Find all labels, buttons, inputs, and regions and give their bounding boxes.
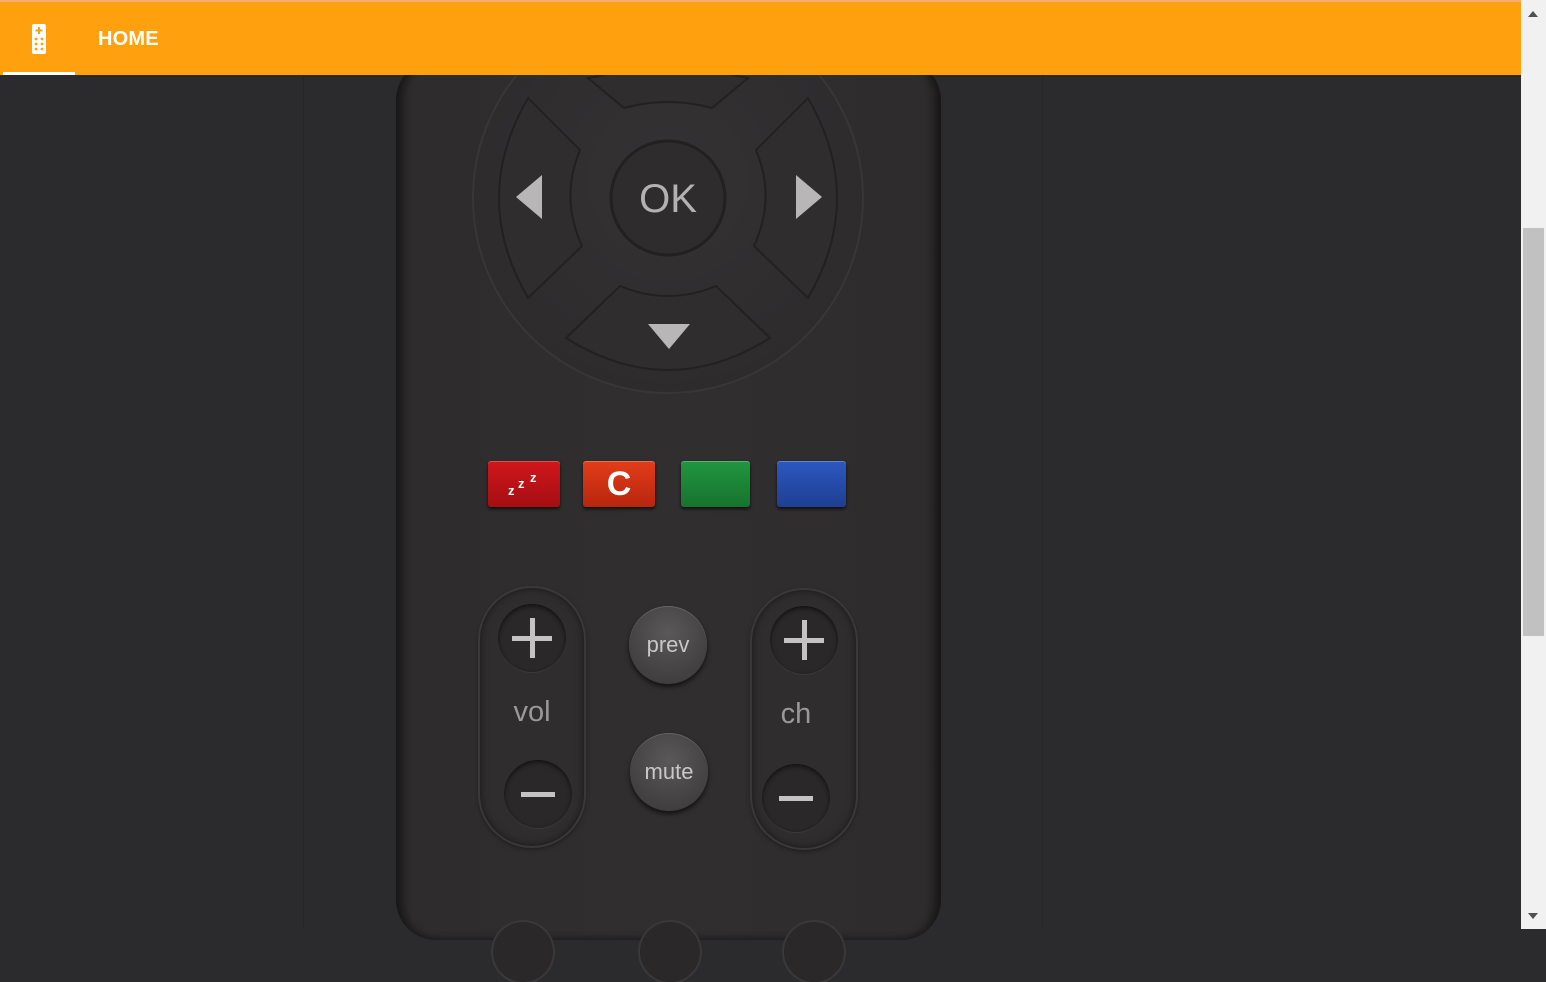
ok-label: OK <box>639 177 697 221</box>
tab-home[interactable]: HOME <box>98 28 159 51</box>
top-app-bar: HOME <box>0 0 1521 75</box>
plus-icon <box>512 618 552 658</box>
scroll-up-icon[interactable] <box>1528 11 1538 17</box>
svg-text:z: z <box>508 483 515 498</box>
dpad: OK <box>472 60 864 394</box>
scrollbar-thumb[interactable] <box>1523 228 1544 636</box>
column-divider-left <box>303 75 304 929</box>
plus-icon <box>784 620 824 660</box>
bottom-button-left[interactable] <box>493 922 553 982</box>
channel-down-button[interactable] <box>762 764 830 832</box>
sleep-button[interactable]: z z z <box>488 461 560 507</box>
scroll-down-icon[interactable] <box>1528 913 1538 919</box>
volume-down-button[interactable] <box>504 760 572 828</box>
svg-text:z: z <box>530 470 537 485</box>
blue-button[interactable] <box>777 461 846 507</box>
prev-button[interactable]: prev <box>629 606 707 684</box>
mute-button[interactable]: mute <box>630 733 708 811</box>
sleep-icon: z z z <box>508 470 537 498</box>
svg-text:z: z <box>518 476 525 491</box>
tab-remote[interactable] <box>3 2 75 75</box>
minus-icon <box>779 796 813 801</box>
volume-up-button[interactable] <box>498 604 566 672</box>
minus-icon <box>521 792 555 797</box>
remote-control-icon <box>32 24 46 54</box>
c-button-label: C <box>606 465 632 503</box>
mute-label: mute <box>644 759 694 784</box>
channel-label: ch <box>780 698 812 730</box>
volume-rocker: vol <box>480 588 584 846</box>
channel-up-button[interactable] <box>770 606 838 674</box>
bottom-button-center[interactable] <box>640 922 700 982</box>
prev-label: prev <box>646 632 690 657</box>
channel-rocker: ch <box>752 590 856 848</box>
volume-label: vol <box>513 696 551 728</box>
green-button[interactable] <box>681 461 750 507</box>
bottom-button-right[interactable] <box>784 922 844 982</box>
column-divider-right <box>1042 75 1043 929</box>
c-button[interactable]: C <box>583 461 655 507</box>
